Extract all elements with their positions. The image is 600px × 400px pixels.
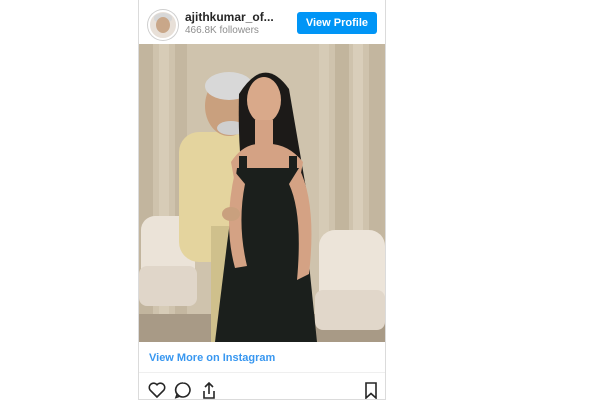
follower-count: 466.8K followers <box>185 25 259 36</box>
divider <box>139 372 385 373</box>
post-actions <box>139 380 385 399</box>
view-profile-button[interactable]: View Profile <box>296 12 377 34</box>
bookmark-icon[interactable] <box>361 380 381 399</box>
post-header: ajithkumar_of... 466.8K followers View P… <box>139 0 385 44</box>
instagram-embed-card: ajithkumar_of... 466.8K followers View P… <box>138 0 386 400</box>
comment-icon[interactable] <box>173 380 193 399</box>
username[interactable]: ajithkumar_of... <box>185 10 274 24</box>
view-more-link[interactable]: View More on Instagram <box>149 352 275 364</box>
share-icon[interactable] <box>199 380 219 399</box>
photo-illustration <box>139 44 385 342</box>
avatar-face <box>156 17 170 33</box>
post-photo[interactable] <box>139 44 385 342</box>
avatar[interactable] <box>148 10 178 40</box>
heart-icon[interactable] <box>147 380 167 399</box>
